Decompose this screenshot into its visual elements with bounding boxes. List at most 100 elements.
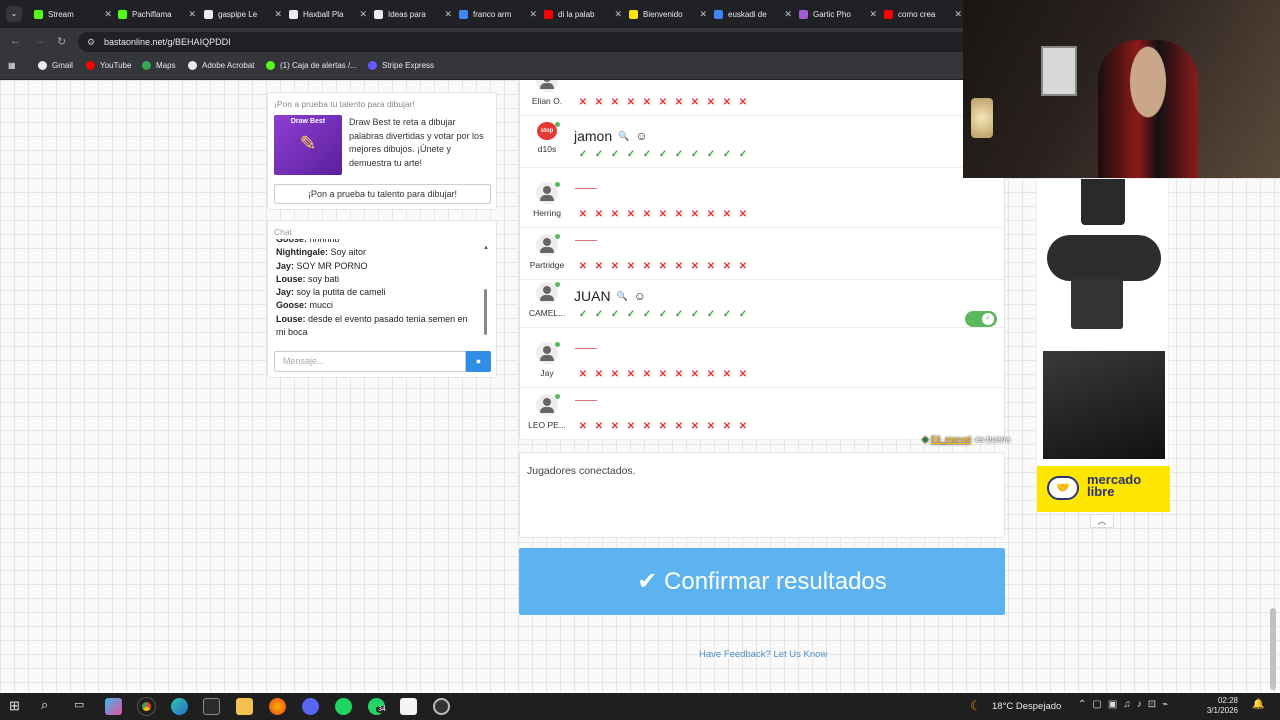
bookmark-5[interactable]: Stripe Express — [368, 61, 434, 70]
ad-panel[interactable]: 🤝 mercado libre — [1036, 178, 1170, 512]
reject-icon[interactable]: ✕ — [593, 369, 605, 380]
reject-icon[interactable]: ✕ — [609, 97, 621, 108]
reject-icon[interactable]: ✕ — [689, 369, 701, 380]
mercado-libre-banner[interactable]: 🤝 mercado libre — [1037, 466, 1170, 512]
tab-close-icon[interactable]: ✕ — [869, 9, 877, 20]
react-icon[interactable]: ☺ — [634, 289, 646, 303]
forward-icon[interactable]: → — [34, 35, 45, 47]
accept-icon[interactable]: ✓ — [705, 309, 717, 320]
tab-10[interactable]: como crea ✕ — [884, 5, 962, 23]
tab-search-button[interactable]: ⌄ — [6, 6, 22, 22]
tab-close-icon[interactable]: ✕ — [954, 9, 962, 20]
tab-9[interactable]: Gartic Pho ✕ — [799, 5, 877, 23]
tab-3[interactable]: Haxball Pla ✕ — [289, 5, 367, 23]
address-bar[interactable]: ⚙ bastaonline.net/g/BEHAIQPDDI — [78, 32, 978, 52]
clock[interactable]: 02:28 3/1/2026 — [1204, 696, 1238, 716]
reject-icon[interactable]: ✕ — [609, 209, 621, 220]
explorer-icon[interactable] — [236, 698, 253, 715]
accept-icon[interactable]: ✓ — [641, 309, 653, 320]
reject-icon[interactable]: ✕ — [593, 421, 605, 432]
chat-send-button[interactable]: ● — [466, 351, 491, 372]
accept-icon[interactable]: ✓ — [609, 149, 621, 160]
chat-log[interactable]: Goose: nnnnnb Nightingale: Soy aitor Jay: … — [276, 239, 476, 345]
accept-icon[interactable]: ✓ — [577, 149, 589, 160]
reject-icon[interactable]: ✕ — [577, 369, 589, 380]
accept-icon[interactable]: ✓ — [609, 309, 621, 320]
reject-icon[interactable]: ✕ — [625, 209, 637, 220]
edge-icon[interactable] — [171, 698, 188, 715]
tab-close-icon[interactable]: ✕ — [529, 9, 537, 20]
tab-6[interactable]: di la palab ✕ — [544, 5, 622, 23]
bookmark-3[interactable]: Adobe Acrobat — [188, 61, 254, 70]
accept-icon[interactable]: ✓ — [737, 149, 749, 160]
tab-close-icon[interactable]: ✕ — [614, 9, 622, 20]
reject-icon[interactable]: ✕ — [673, 209, 685, 220]
reject-icon[interactable]: ✕ — [689, 261, 701, 272]
reject-icon[interactable]: ✕ — [673, 97, 685, 108]
promo-button[interactable]: ¡Pon a prueba tu talento para dibujar! — [274, 184, 491, 204]
back-icon[interactable]: ← — [10, 35, 21, 47]
reject-icon[interactable]: ✕ — [657, 261, 669, 272]
copilot-icon[interactable] — [105, 698, 122, 715]
bookmark-0[interactable]: Gmail — [38, 61, 73, 70]
reject-icon[interactable]: ✕ — [737, 97, 749, 108]
tab-close-icon[interactable]: ✕ — [444, 9, 452, 20]
bookmark-4[interactable]: (1) Caja de alertas /... — [266, 61, 357, 70]
reject-icon[interactable]: ✕ — [641, 369, 653, 380]
tab-2[interactable]: gaspipe Le ✕ — [204, 5, 282, 23]
search-icon[interactable]: ⌕ — [41, 697, 48, 713]
chrome-icon[interactable] — [137, 697, 156, 716]
ad-collapse-icon[interactable]: ︿ — [1090, 514, 1114, 528]
reject-icon[interactable]: ✕ — [721, 261, 733, 272]
tab-close-icon[interactable]: ✕ — [699, 9, 707, 20]
reject-icon[interactable]: ✕ — [673, 421, 685, 432]
accept-icon[interactable]: ✓ — [673, 149, 685, 160]
reject-icon[interactable]: ✕ — [721, 209, 733, 220]
reject-icon[interactable]: ✕ — [657, 369, 669, 380]
task-view-icon[interactable]: ▭ — [74, 698, 84, 711]
tab-close-icon[interactable]: ✕ — [104, 9, 112, 20]
bookmark-2[interactable]: Maps — [142, 61, 176, 70]
accept-icon[interactable]: ✓ — [625, 309, 637, 320]
accept-icon[interactable]: ✓ — [721, 149, 733, 160]
reject-icon[interactable]: ✕ — [737, 261, 749, 272]
reject-icon[interactable]: ✕ — [577, 421, 589, 432]
reject-icon[interactable]: ✕ — [593, 97, 605, 108]
reject-icon[interactable]: ✕ — [737, 421, 749, 432]
reject-icon[interactable]: ✕ — [593, 261, 605, 272]
accept-icon[interactable]: ✓ — [705, 149, 717, 160]
page-scrollbar[interactable] — [1270, 608, 1276, 690]
reject-icon[interactable]: ✕ — [641, 209, 653, 220]
promo-image[interactable]: Draw Best ✎ — [274, 115, 342, 175]
reject-icon[interactable]: ✕ — [625, 421, 637, 432]
reject-icon[interactable]: ✕ — [673, 369, 685, 380]
reject-icon[interactable]: ✕ — [657, 97, 669, 108]
notification-icon[interactable]: 🔔 — [1252, 699, 1264, 710]
reject-icon[interactable]: ✕ — [577, 209, 589, 220]
accept-icon[interactable]: ✓ — [625, 149, 637, 160]
reject-icon[interactable]: ✕ — [705, 209, 717, 220]
reject-icon[interactable]: ✕ — [705, 421, 717, 432]
reject-icon[interactable]: ✕ — [593, 209, 605, 220]
reject-icon[interactable]: ✕ — [689, 209, 701, 220]
reject-icon[interactable]: ✕ — [609, 369, 621, 380]
reject-icon[interactable]: ✕ — [625, 261, 637, 272]
accept-icon[interactable]: ✓ — [593, 309, 605, 320]
reject-icon[interactable]: ✕ — [689, 97, 701, 108]
obs-icon[interactable] — [433, 698, 450, 715]
tray-icons[interactable]: ⌃▢▣♫♪⊡⌁ — [1078, 699, 1174, 710]
tab-1[interactable]: Pachiflama ✕ — [118, 5, 196, 23]
capcut-icon[interactable] — [400, 698, 417, 715]
reject-icon[interactable]: ✕ — [577, 97, 589, 108]
discord-icon[interactable] — [302, 698, 319, 715]
accept-icon[interactable]: ✓ — [641, 149, 653, 160]
tab-7[interactable]: Bienvenido ✕ — [629, 5, 707, 23]
reject-icon[interactable]: ✕ — [657, 421, 669, 432]
tab-close-icon[interactable]: ✕ — [784, 9, 792, 20]
reject-icon[interactable]: ✕ — [737, 209, 749, 220]
reject-icon[interactable]: ✕ — [705, 261, 717, 272]
accept-icon[interactable]: ✓ — [657, 149, 669, 160]
store-icon[interactable] — [203, 698, 220, 715]
reject-icon[interactable]: ✕ — [609, 261, 621, 272]
reject-icon[interactable]: ✕ — [577, 261, 589, 272]
